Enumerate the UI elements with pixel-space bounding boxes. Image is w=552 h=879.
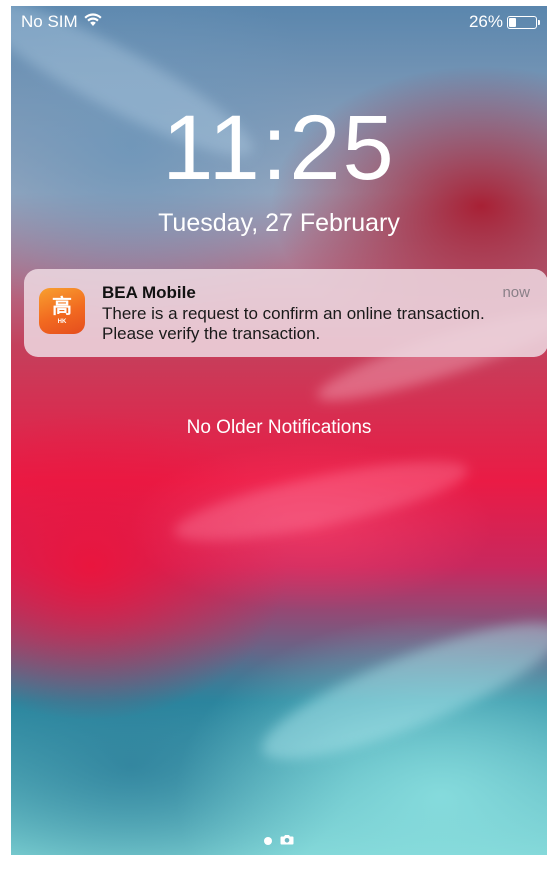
page-dot-icon: [264, 837, 272, 845]
page-indicator[interactable]: [11, 832, 547, 850]
battery-fill: [509, 17, 516, 27]
status-bar: No SIM 26%: [11, 6, 547, 36]
battery-icon: [507, 15, 540, 29]
battery-tip: [538, 19, 540, 25]
notification-banner[interactable]: 高 HK BEA Mobile now There is a request t…: [24, 269, 547, 357]
lock-screen-date: Tuesday, 27 February: [158, 209, 400, 237]
wifi-icon: [83, 12, 103, 32]
carrier-status: No SIM: [21, 12, 103, 32]
carrier-label: No SIM: [21, 12, 78, 31]
wallpaper-streak: [249, 598, 547, 784]
wallpaper-streak: [169, 445, 473, 557]
bea-app-icon: 高 HK: [39, 288, 85, 334]
notification-time: now: [502, 284, 530, 301]
camera-icon[interactable]: [280, 832, 294, 850]
notification-body: There is a request to confirm an online …: [102, 304, 485, 343]
battery-percent-label: 26%: [468, 12, 503, 31]
notification-app-name: BEA Mobile: [102, 283, 196, 302]
battery-status: 26%: [468, 12, 540, 32]
app-icon-hk-label: HK: [57, 319, 67, 325]
lock-screen-time: 11:25: [162, 97, 396, 199]
bea-logo-glyph: 高: [52, 294, 72, 318]
lock-screen: No SIM 26% 11:25 Tuesday, 27 February 高 …: [11, 6, 547, 855]
no-older-notifications-label: No Older Notifications: [186, 417, 372, 438]
